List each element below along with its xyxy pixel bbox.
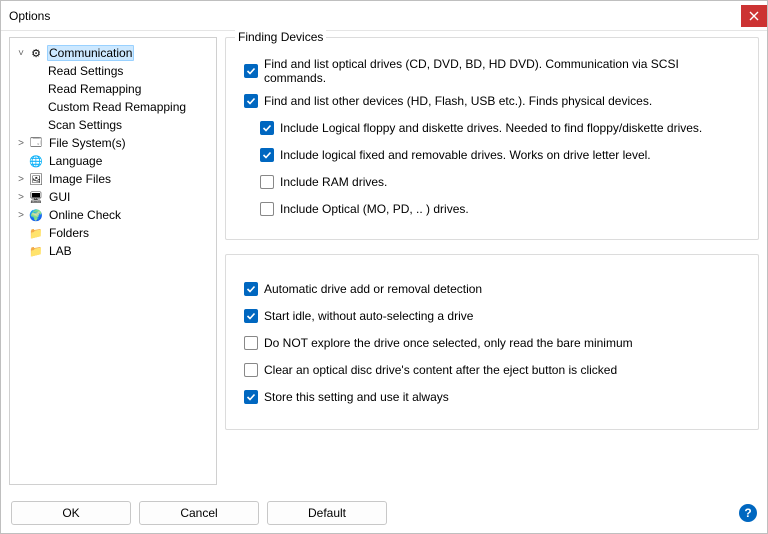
tree-item-label: Online Check bbox=[47, 208, 123, 222]
tree-item-label: Communication bbox=[47, 45, 134, 61]
chevron-down-icon[interactable]: ˅ bbox=[14, 48, 28, 59]
window-title: Options bbox=[9, 9, 50, 23]
option-label: Include Optical (MO, PD, .. ) drives. bbox=[280, 202, 469, 216]
category-tree[interactable]: ˅⚙Communication Read Settings Read Remappi… bbox=[9, 37, 217, 485]
checkbox[interactable] bbox=[244, 363, 258, 377]
checkbox[interactable] bbox=[260, 175, 274, 189]
tree-item[interactable]: >🖥GUI bbox=[12, 188, 214, 206]
checkbox[interactable] bbox=[260, 121, 274, 135]
help-icon[interactable]: ? bbox=[739, 504, 757, 522]
ok-button[interactable]: OK bbox=[11, 501, 131, 525]
checkbox[interactable] bbox=[244, 94, 258, 108]
tree-item[interactable]: Custom Read Remapping bbox=[12, 98, 214, 116]
tree-item[interactable]: 🌐Language bbox=[12, 152, 214, 170]
tree-item[interactable]: Read Remapping bbox=[12, 80, 214, 98]
option-row: Include RAM drives. bbox=[260, 171, 740, 193]
option-label: Start idle, without auto-selecting a dri… bbox=[264, 309, 473, 323]
checkbox[interactable] bbox=[244, 309, 258, 323]
finding-devices-group: Finding Devices Find and list optical dr… bbox=[225, 37, 759, 240]
finding-devices-legend: Finding Devices bbox=[235, 30, 326, 44]
option-label: Store this setting and use it always bbox=[264, 390, 449, 404]
gui-icon: 🖥 bbox=[28, 189, 44, 205]
tree-item[interactable]: Read Settings bbox=[12, 62, 214, 80]
tree-item-label: LAB bbox=[47, 244, 74, 258]
option-row: Find and list optical drives (CD, DVD, B… bbox=[244, 57, 740, 85]
tree-item[interactable]: 📁Folders bbox=[12, 224, 214, 242]
option-label: Find and list optical drives (CD, DVD, B… bbox=[264, 57, 740, 85]
option-row: Include logical fixed and removable driv… bbox=[260, 144, 740, 166]
checkbox[interactable] bbox=[260, 148, 274, 162]
chevron-right-icon[interactable]: > bbox=[14, 174, 28, 185]
tree-item-label: Folders bbox=[47, 226, 91, 240]
check-icon bbox=[246, 392, 256, 402]
cancel-button[interactable]: Cancel bbox=[139, 501, 259, 525]
tree-item-label: Read Remapping bbox=[46, 82, 143, 96]
option-row: Find and list other devices (HD, Flash, … bbox=[244, 90, 740, 112]
checkbox[interactable] bbox=[244, 390, 258, 404]
option-row: Store this setting and use it always bbox=[244, 386, 740, 408]
checkbox[interactable] bbox=[260, 202, 274, 216]
tree-item[interactable]: Scan Settings bbox=[12, 116, 214, 134]
option-label: Clear an optical disc drive's content af… bbox=[264, 363, 617, 377]
tree-item[interactable]: >🖼Image Files bbox=[12, 170, 214, 188]
titlebar: Options bbox=[1, 1, 767, 31]
option-row: Automatic drive add or removal detection bbox=[244, 278, 740, 300]
main-area: ˅⚙Communication Read Settings Read Remappi… bbox=[1, 31, 767, 493]
image-icon: 🖼 bbox=[28, 171, 44, 187]
chevron-right-icon[interactable]: > bbox=[14, 210, 28, 221]
checkbox[interactable] bbox=[244, 282, 258, 296]
default-button[interactable]: Default bbox=[267, 501, 387, 525]
filesystem-icon: 🗔 bbox=[28, 135, 44, 151]
option-label: Automatic drive add or removal detection bbox=[264, 282, 482, 296]
checkbox[interactable] bbox=[244, 336, 258, 350]
option-label: Include RAM drives. bbox=[280, 175, 387, 189]
footer-buttons: OK Cancel Default ? bbox=[11, 501, 757, 525]
check-icon bbox=[246, 311, 256, 321]
option-label: Include logical fixed and removable driv… bbox=[280, 148, 651, 162]
tree-item[interactable]: ˅⚙Communication bbox=[12, 44, 214, 62]
check-icon bbox=[246, 284, 256, 294]
tree-item-label: Image Files bbox=[47, 172, 113, 186]
option-row: Clear an optical disc drive's content af… bbox=[244, 359, 740, 381]
option-row: Do NOT explore the drive once selected, … bbox=[244, 332, 740, 354]
chevron-right-icon[interactable]: > bbox=[14, 138, 28, 149]
option-row: Start idle, without auto-selecting a dri… bbox=[244, 305, 740, 327]
check-icon bbox=[262, 123, 272, 133]
tree-item[interactable]: >🗔File System(s) bbox=[12, 134, 214, 152]
checkbox[interactable] bbox=[244, 64, 258, 78]
tree-item-label: Custom Read Remapping bbox=[46, 100, 188, 114]
close-icon bbox=[749, 11, 759, 21]
tree-item-label: Scan Settings bbox=[46, 118, 124, 132]
content-panel: Finding Devices Find and list optical dr… bbox=[225, 37, 759, 485]
check-icon bbox=[246, 66, 256, 76]
check-icon bbox=[262, 150, 272, 160]
tree-item-label: File System(s) bbox=[47, 136, 128, 150]
folder-icon: 📁 bbox=[28, 243, 44, 259]
close-button[interactable] bbox=[741, 5, 767, 27]
folder-icon: 📁 bbox=[28, 225, 44, 241]
tree-item[interactable]: >🌍Online Check bbox=[12, 206, 214, 224]
misc-group: Automatic drive add or removal detection… bbox=[225, 254, 759, 430]
tree-item-label: Read Settings bbox=[46, 64, 125, 78]
option-row: Include Logical floppy and diskette driv… bbox=[260, 117, 740, 139]
settings-icon: ⚙ bbox=[28, 45, 44, 61]
option-label: Do NOT explore the drive once selected, … bbox=[264, 336, 633, 350]
tree-item-label: GUI bbox=[47, 190, 72, 204]
chevron-right-icon[interactable]: > bbox=[14, 192, 28, 203]
option-row: Include Optical (MO, PD, .. ) drives. bbox=[260, 198, 740, 220]
option-label: Include Logical floppy and diskette driv… bbox=[280, 121, 702, 135]
tree-item-label: Language bbox=[47, 154, 104, 168]
check-icon bbox=[246, 96, 256, 106]
online-icon: 🌍 bbox=[28, 207, 44, 223]
option-label: Find and list other devices (HD, Flash, … bbox=[264, 94, 652, 108]
tree-item[interactable]: 📁LAB bbox=[12, 242, 214, 260]
language-icon: 🌐 bbox=[28, 153, 44, 169]
